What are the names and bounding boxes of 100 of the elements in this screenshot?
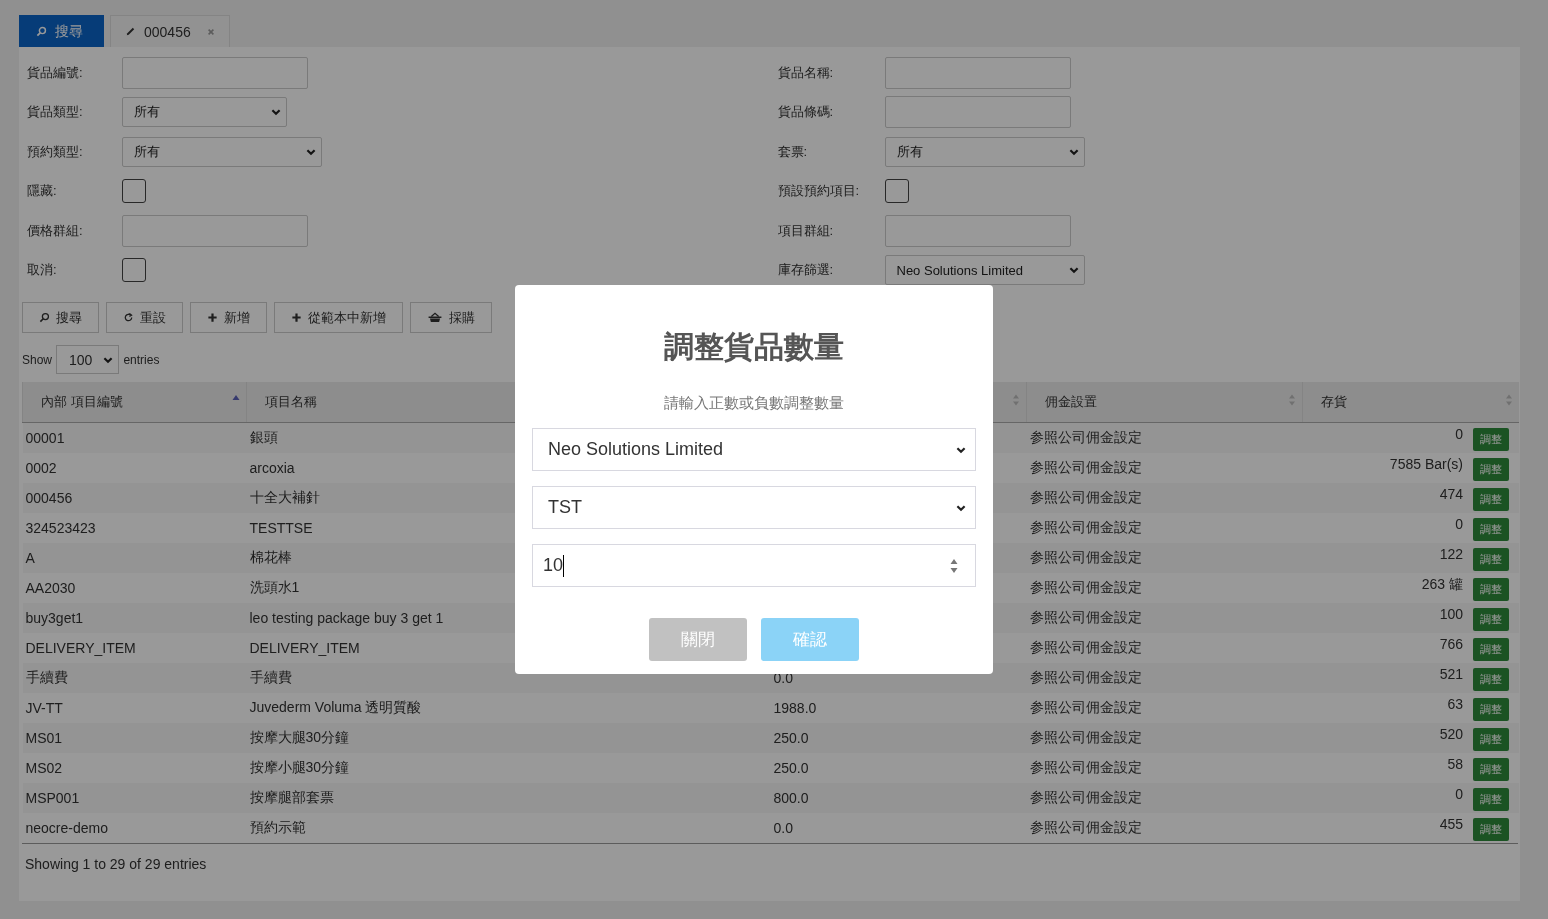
select-field[interactable]: TST [532,486,976,529]
field-label: 貨品類型: [27,103,84,122]
table-cell: 250.0 [770,753,1027,783]
page-length-select[interactable]: 100 [56,345,120,374]
table-cell: 0 [1455,425,1463,442]
tab[interactable]: 000456 [110,15,230,47]
table-cell: 按摩小腿30分鐘 [246,753,771,783]
table-cell: 参照公司佣金設定 [1026,513,1303,543]
field-label: 項目群組: [777,221,835,240]
table-cell: 按摩腿部套票 [246,783,771,813]
table-cell: 520 [1439,725,1463,742]
field-label: 貨品編號: [27,63,84,82]
table-cell: 参照公司佣金設定 [1026,573,1303,603]
field-label: 預設預約項目: [777,182,861,201]
adjust-button[interactable]: 調整 [1473,427,1509,451]
table-cell: 0002 [22,453,247,483]
table-cell: 000456 [22,483,247,513]
select-field[interactable]: Neo Solutions Limited [884,255,1085,286]
adjust-button[interactable]: 調整 [1473,697,1509,721]
table-cell: 参照公司佣金設定 [1026,783,1303,813]
adjust-button[interactable]: 調整 [1473,727,1509,751]
table-cell: 122 [1439,545,1463,562]
table-cell: JV-TT [22,693,247,723]
plus-icon [207,312,218,323]
adjust-button[interactable]: 調整 [1473,517,1509,541]
checkbox[interactable] [122,258,146,283]
input-field[interactable] [884,96,1071,129]
input-field[interactable] [884,214,1071,247]
column-header[interactable]: 內部 項目編號 [22,382,247,423]
table-cell: 参照公司佣金設定 [1026,693,1303,723]
adjust-button[interactable]: 調整 [1473,547,1509,571]
field-label: 貨品名稱: [777,63,835,82]
field-label: 取消: [27,261,58,280]
close-icon[interactable] [206,27,215,36]
table-cell: 00001 [22,422,247,453]
tab[interactable]: 搜尋 [19,15,104,47]
quantity-field[interactable]: 10 [532,544,976,587]
toolbar-button[interactable]: 採購 [410,302,492,333]
field-label: 預約類型: [27,142,84,161]
input-field[interactable] [122,214,308,247]
table-cell: 474 [1439,485,1463,502]
refresh-icon [123,312,134,323]
table-cell: AA2030 [22,573,247,603]
table-cell: 0 [1455,785,1463,802]
adjust-button[interactable]: 調整 [1473,457,1509,481]
table-cell: buy3get1 [22,603,247,633]
adjust-button[interactable]: 調整 [1473,787,1509,811]
table-cell: 参照公司佣金設定 [1026,723,1303,753]
table-cell: 100 [1439,605,1463,622]
table-cell: 参照公司佣金設定 [1026,633,1303,663]
table-cell: 0 [1455,515,1463,532]
adjust-button[interactable]: 調整 [1473,607,1509,631]
adjust-button[interactable]: 調整 [1473,667,1509,691]
show-label: Show [22,352,53,367]
table-cell: 521 [1439,665,1463,682]
search-icon [39,312,50,323]
toolbar-button[interactable]: 從範本中新增 [274,302,403,333]
table-cell: 263 罐 [1421,575,1463,592]
table-cell: 参照公司佣金設定 [1026,603,1303,633]
input-field[interactable] [884,56,1071,89]
column-header[interactable]: 佣金設置 [1026,382,1303,423]
table-cell: 455 [1439,815,1463,832]
plus-icon [291,312,302,323]
select-field[interactable]: 所有 [122,136,322,167]
pencil-icon [125,26,136,37]
checkbox[interactable] [884,179,909,204]
table-cell: 766 [1439,635,1463,652]
select-field[interactable]: Neo Solutions Limited [532,428,976,471]
entries-label: entries [123,352,160,367]
table-cell: DELIVERY_ITEM [22,633,247,663]
field-label: 貨品條碼: [777,103,835,122]
column-header[interactable]: 存貨 [1302,382,1519,423]
table-cell: 参照公司佣金設定 [1026,483,1303,513]
table-cell: A [22,543,247,573]
table-cell: 按摩大腿30分鐘 [246,723,771,753]
adjust-button[interactable]: 調整 [1473,817,1509,841]
select-field[interactable]: 所有 [122,97,287,128]
table-cell: Juvederm Voluma 透明質酸 [246,693,771,723]
adjust-button[interactable]: 調整 [1473,577,1509,601]
table-cell: 参照公司佣金設定 [1026,453,1303,483]
search-icon [36,26,47,37]
table-cell: 324523423 [22,513,247,543]
basket-icon [427,312,443,323]
table-cell: 63 [1447,695,1463,712]
table-cell: 手續費 [22,663,247,693]
adjust-button[interactable]: 調整 [1473,637,1509,661]
select-field[interactable]: 所有 [884,136,1085,167]
table-cell: 800.0 [770,783,1027,813]
input-field[interactable] [122,56,308,89]
table-cell: MS02 [22,753,247,783]
adjust-button[interactable]: 調整 [1473,757,1509,781]
adjust-button[interactable]: 調整 [1473,487,1509,511]
field-label: 隱藏: [27,182,58,201]
modal-title: 調整貨品數量 [664,329,844,365]
table-cell: 250.0 [770,723,1027,753]
checkbox[interactable] [122,179,146,204]
toolbar-button[interactable]: 搜尋 [22,302,99,333]
field-label: 套票: [777,142,809,161]
toolbar-button[interactable]: 重設 [106,302,183,333]
toolbar-button[interactable]: 新增 [190,302,267,333]
